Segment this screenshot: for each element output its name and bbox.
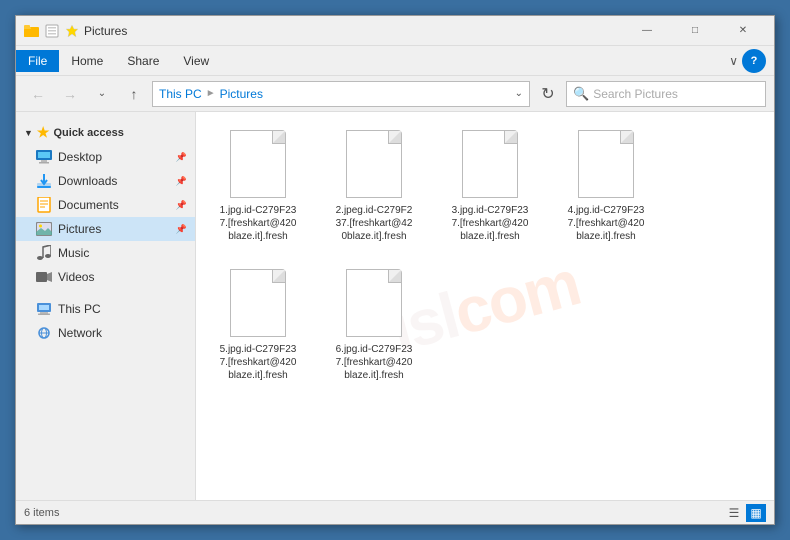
breadcrumb-pictures[interactable]: Pictures — [220, 87, 263, 101]
back-button[interactable]: ← — [24, 80, 52, 108]
sidebar-item-documents[interactable]: Documents 📌 — [16, 193, 195, 217]
file-icon — [458, 128, 522, 200]
item-count: 6 items — [24, 507, 59, 519]
nav-bar: ← → ⌄ ↑ This PC ► Pictures ⌄ ↻ 🔍 Search … — [16, 76, 774, 112]
pictures-icon — [36, 221, 52, 237]
details-view-button[interactable]: ☰ — [724, 504, 744, 522]
menu-share[interactable]: Share — [115, 50, 171, 72]
title-bar-left: Pictures — [24, 23, 127, 39]
file-name: 2.jpeg.id-C279F237.[freshkart@420blaze.i… — [336, 204, 413, 243]
file-item[interactable]: 6.jpg.id-C279F237.[freshkart@420blaze.it… — [324, 263, 424, 386]
file-page — [230, 130, 286, 198]
file-page — [578, 130, 634, 198]
search-placeholder: Search Pictures — [593, 87, 678, 101]
breadcrumb-thispc[interactable]: This PC — [159, 87, 202, 101]
downloads-label: Downloads — [58, 174, 117, 188]
sidebar: ▼ ★ Quick access Desktop 📌 — [16, 112, 196, 500]
menu-home[interactable]: Home — [59, 50, 115, 72]
downloads-icon — [36, 173, 52, 189]
forward-button[interactable]: → — [56, 80, 84, 108]
options-chevron[interactable]: ∨ — [729, 54, 738, 68]
file-icon — [342, 128, 406, 200]
quick-access-section: ▼ ★ Quick access — [16, 120, 195, 145]
status-bar: 6 items ☰ ▦ — [16, 500, 774, 524]
file-page — [230, 269, 286, 337]
breadcrumb-sep1: ► — [206, 88, 216, 99]
sidebar-item-desktop[interactable]: Desktop 📌 — [16, 145, 195, 169]
large-icons-view-button[interactable]: ▦ — [746, 504, 766, 522]
refresh-button[interactable]: ↻ — [534, 80, 562, 108]
sidebar-item-pictures[interactable]: Pictures 📌 — [16, 217, 195, 241]
desktop-icon — [36, 149, 52, 165]
quick-access-expand[interactable]: ▼ — [24, 128, 33, 138]
minimize-button[interactable]: — — [624, 16, 670, 46]
thispc-icon — [36, 301, 52, 317]
window-title: Pictures — [84, 24, 127, 38]
close-button[interactable]: ✕ — [720, 16, 766, 46]
breadcrumb-end-chevron: ⌄ — [515, 88, 523, 99]
file-icon — [226, 128, 290, 200]
documents-icon — [36, 197, 52, 213]
file-page — [462, 130, 518, 198]
videos-icon — [36, 269, 52, 285]
videos-label: Videos — [58, 270, 94, 284]
search-box[interactable]: 🔍 Search Pictures — [566, 81, 766, 107]
file-item[interactable]: 2.jpeg.id-C279F237.[freshkart@420blaze.i… — [324, 124, 424, 247]
search-icon: 🔍 — [573, 86, 589, 102]
content-area: ▼ ★ Quick access Desktop 📌 — [16, 112, 774, 500]
sidebar-item-music[interactable]: Music — [16, 241, 195, 265]
network-label: Network — [58, 326, 102, 340]
file-item[interactable]: 5.jpg.id-C279F237.[freshkart@420blaze.it… — [208, 263, 308, 386]
pin-icon — [64, 23, 80, 39]
file-name: 3.jpg.id-C279F237.[freshkart@420blaze.it… — [452, 204, 529, 243]
menu-file[interactable]: File — [16, 50, 59, 72]
file-item[interactable]: 1.jpg.id-C279F237.[freshkart@420blaze.it… — [208, 124, 308, 247]
explorer-window: Pictures — □ ✕ File Home Share View ∨ ? … — [15, 15, 775, 525]
sidebar-item-thispc[interactable]: This PC — [16, 297, 195, 321]
file-item[interactable]: 3.jpg.id-C279F237.[freshkart@420blaze.it… — [440, 124, 540, 247]
sidebar-item-downloads[interactable]: Downloads 📌 — [16, 169, 195, 193]
sidebar-item-network[interactable]: Network — [16, 321, 195, 345]
dropdown-button[interactable]: ⌄ — [88, 80, 116, 108]
music-icon — [36, 245, 52, 261]
quick-access-star: ★ — [37, 124, 50, 141]
file-icon — [226, 267, 290, 339]
up-button[interactable]: ↑ — [120, 80, 148, 108]
title-bar: Pictures — □ ✕ — [16, 16, 774, 46]
pictures-pin: 📌 — [176, 224, 187, 235]
sidebar-item-videos[interactable]: Videos — [16, 265, 195, 289]
downloads-pin: 📌 — [176, 176, 187, 187]
menu-view[interactable]: View — [171, 50, 221, 72]
pictures-label: Pictures — [58, 222, 101, 236]
maximize-button[interactable]: □ — [672, 16, 718, 46]
file-item[interactable]: 4.jpg.id-C279F237.[freshkart@420blaze.it… — [556, 124, 656, 247]
documents-pin: 📌 — [176, 200, 187, 211]
desktop-pin: 📌 — [176, 152, 187, 163]
file-name: 4.jpg.id-C279F237.[freshkart@420blaze.it… — [568, 204, 645, 243]
file-icon — [342, 267, 406, 339]
files-grid: 1.jpg.id-C279F237.[freshkart@420blaze.it… — [208, 124, 762, 386]
view-controls: ☰ ▦ — [724, 504, 766, 522]
file-name: 6.jpg.id-C279F237.[freshkart@420blaze.it… — [336, 343, 413, 382]
breadcrumb[interactable]: This PC ► Pictures ⌄ — [152, 81, 530, 107]
desktop-label: Desktop — [58, 150, 102, 164]
menu-bar: File Home Share View ∨ ? — [16, 46, 774, 76]
file-name: 1.jpg.id-C279F237.[freshkart@420blaze.it… — [220, 204, 297, 243]
title-controls: — □ ✕ — [624, 16, 766, 46]
thispc-label: This PC — [58, 302, 101, 316]
documents-label: Documents — [58, 198, 119, 212]
network-icon — [36, 325, 52, 341]
music-label: Music — [58, 246, 89, 260]
quick-access-icon — [44, 23, 60, 39]
file-page — [346, 269, 402, 337]
file-area: islcom 1.jpg.id-C279F237.[freshkart@420b… — [196, 112, 774, 500]
help-button[interactable]: ? — [742, 49, 766, 73]
file-name: 5.jpg.id-C279F237.[freshkart@420blaze.it… — [220, 343, 297, 382]
window-icon — [24, 23, 40, 39]
quick-access-label: Quick access — [53, 127, 123, 139]
file-icon — [574, 128, 638, 200]
file-page — [346, 130, 402, 198]
menu-right: ∨ ? — [729, 49, 774, 73]
